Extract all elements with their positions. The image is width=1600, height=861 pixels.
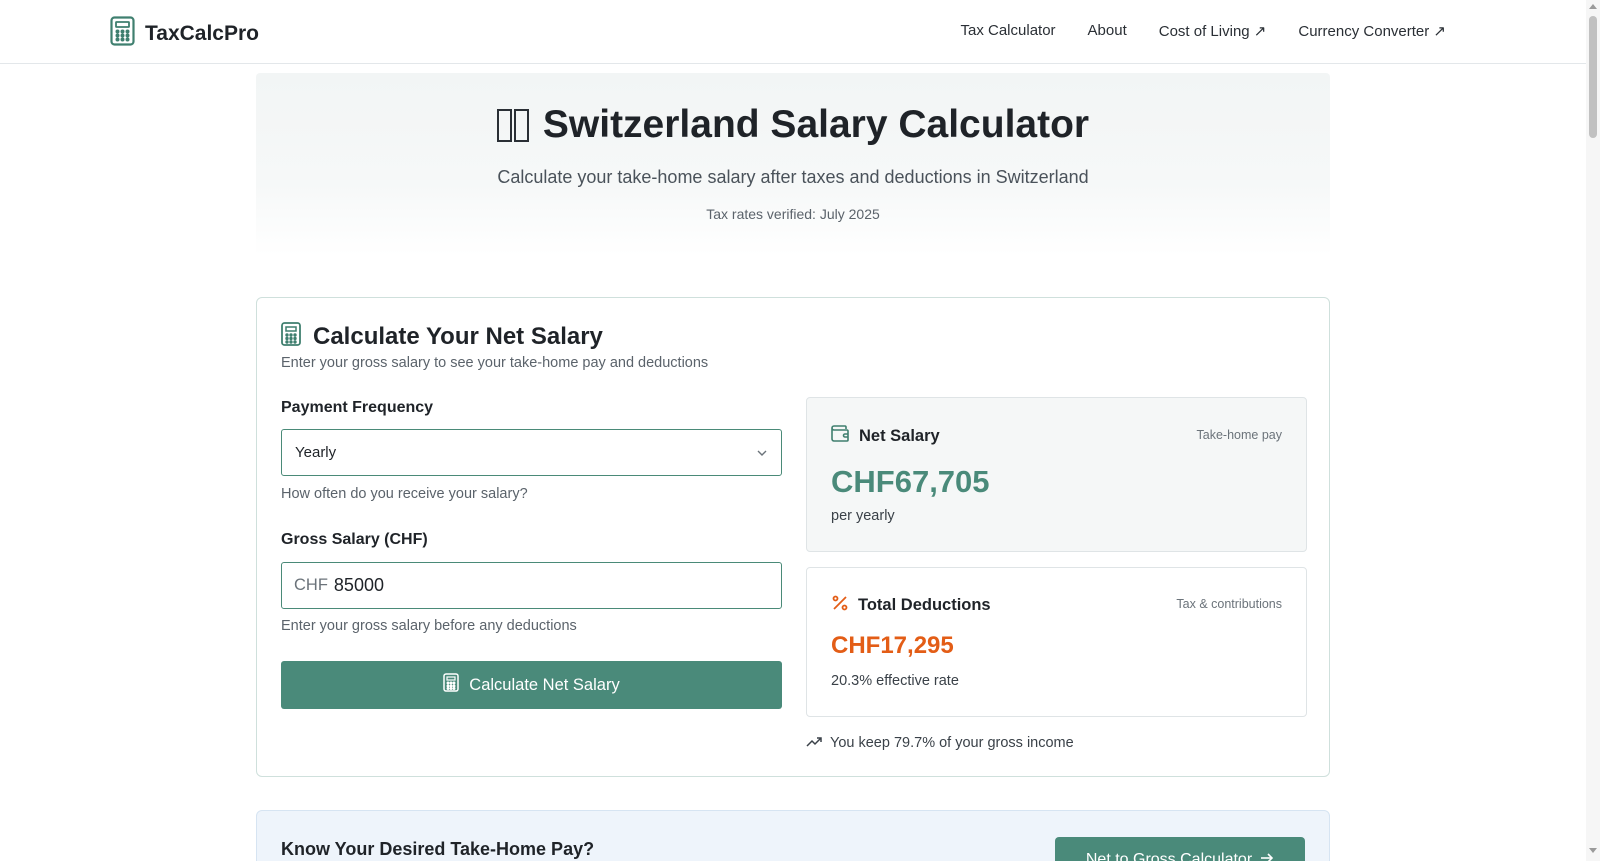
top-navbar: TaxCalcPro Tax Calculator About Cost of … — [0, 0, 1586, 64]
frequency-select[interactable]: Yearly — [281, 429, 782, 476]
total-deductions-result: Total Deductions Tax & contributions CHF… — [806, 567, 1307, 717]
take-home-tag: Take-home pay — [1196, 428, 1282, 442]
nav-currency-converter[interactable]: Currency Converter ↗ — [1298, 22, 1446, 40]
frequency-label: Payment Frequency — [281, 399, 434, 416]
tax-contributions-tag: Tax & contributions — [1176, 597, 1282, 611]
scroll-down-arrow-icon[interactable] — [1589, 848, 1597, 853]
net-salary-period: per yearly — [831, 508, 895, 524]
gross-salary-help: Enter your gross salary before any deduc… — [281, 618, 577, 634]
calculator-card: Calculate Your Net Salary Enter your gro… — [256, 297, 1330, 777]
frequency-select-value: Yearly — [295, 444, 337, 461]
page-scrollbar[interactable] — [1586, 0, 1600, 861]
nav-tax-calculator[interactable]: Tax Calculator — [961, 22, 1056, 40]
scroll-thumb[interactable] — [1589, 16, 1597, 138]
net-to-gross-cta: Know Your Desired Take-Home Pay? Net to … — [256, 810, 1330, 861]
brand[interactable]: TaxCalcPro — [110, 16, 259, 51]
calculate-net-salary-button[interactable]: Calculate Net Salary — [281, 661, 782, 709]
gross-salary-label: Gross Salary (CHF) — [281, 531, 428, 548]
calculator-header: Calculate Your Net Salary — [281, 322, 603, 351]
gross-salary-input[interactable] — [333, 575, 754, 596]
net-to-gross-button[interactable]: Net to Gross Calculator — [1055, 837, 1305, 861]
page-title: Switzerland Salary Calculator — [256, 103, 1330, 147]
wallet-icon — [831, 425, 850, 447]
cta-button-label: Net to Gross Calculator — [1085, 851, 1253, 861]
chevron-down-icon — [756, 444, 768, 462]
deductions-title: Total Deductions — [858, 596, 991, 614]
calculator-description: Enter your gross salary to see your take… — [281, 355, 709, 371]
arrow-right-icon — [1260, 851, 1274, 861]
hero-section: Switzerland Salary Calculator Calculate … — [256, 73, 1330, 256]
brand-name: TaxCalcPro — [145, 21, 259, 45]
net-salary-value: CHF67,705 — [831, 464, 990, 499]
calculator-title: Calculate Your Net Salary — [313, 322, 603, 350]
effective-rate: 20.3% effective rate — [831, 673, 959, 689]
calculate-button-label: Calculate Net Salary — [469, 675, 620, 694]
main-nav: Tax Calculator About Cost of Living ↗ Cu… — [961, 22, 1447, 40]
gross-salary-field[interactable]: CHF — [281, 562, 782, 609]
calculator-icon — [443, 673, 460, 697]
calculator-icon — [281, 322, 301, 351]
frequency-help: How often do you receive your salary? — [281, 486, 528, 502]
net-salary-header: Net Salary — [831, 425, 940, 447]
deductions-value: CHF17,295 — [831, 632, 954, 659]
hero-subtitle: Calculate your take-home salary after ta… — [497, 167, 1089, 187]
page-title-text: Switzerland Salary Calculator — [542, 103, 1090, 146]
net-salary-title: Net Salary — [859, 426, 940, 445]
flag-icon — [496, 108, 529, 142]
keep-percentage: You keep 79.7% of your gross income — [806, 735, 1074, 751]
percent-icon — [831, 594, 849, 617]
deductions-header: Total Deductions — [831, 594, 991, 617]
calculator-icon — [110, 16, 135, 51]
trending-up-icon — [806, 735, 822, 751]
currency-prefix: CHF — [294, 576, 328, 594]
nav-cost-of-living[interactable]: Cost of Living ↗ — [1159, 22, 1267, 40]
tax-rates-verified: Tax rates verified: July 2025 — [706, 206, 880, 222]
keep-text: You keep 79.7% of your gross income — [830, 735, 1074, 751]
net-salary-result: Net Salary Take-home pay CHF67,705 per y… — [806, 397, 1307, 552]
scroll-up-arrow-icon[interactable] — [1589, 4, 1597, 9]
cta-title: Know Your Desired Take-Home Pay? — [281, 839, 595, 859]
nav-about[interactable]: About — [1088, 22, 1127, 40]
